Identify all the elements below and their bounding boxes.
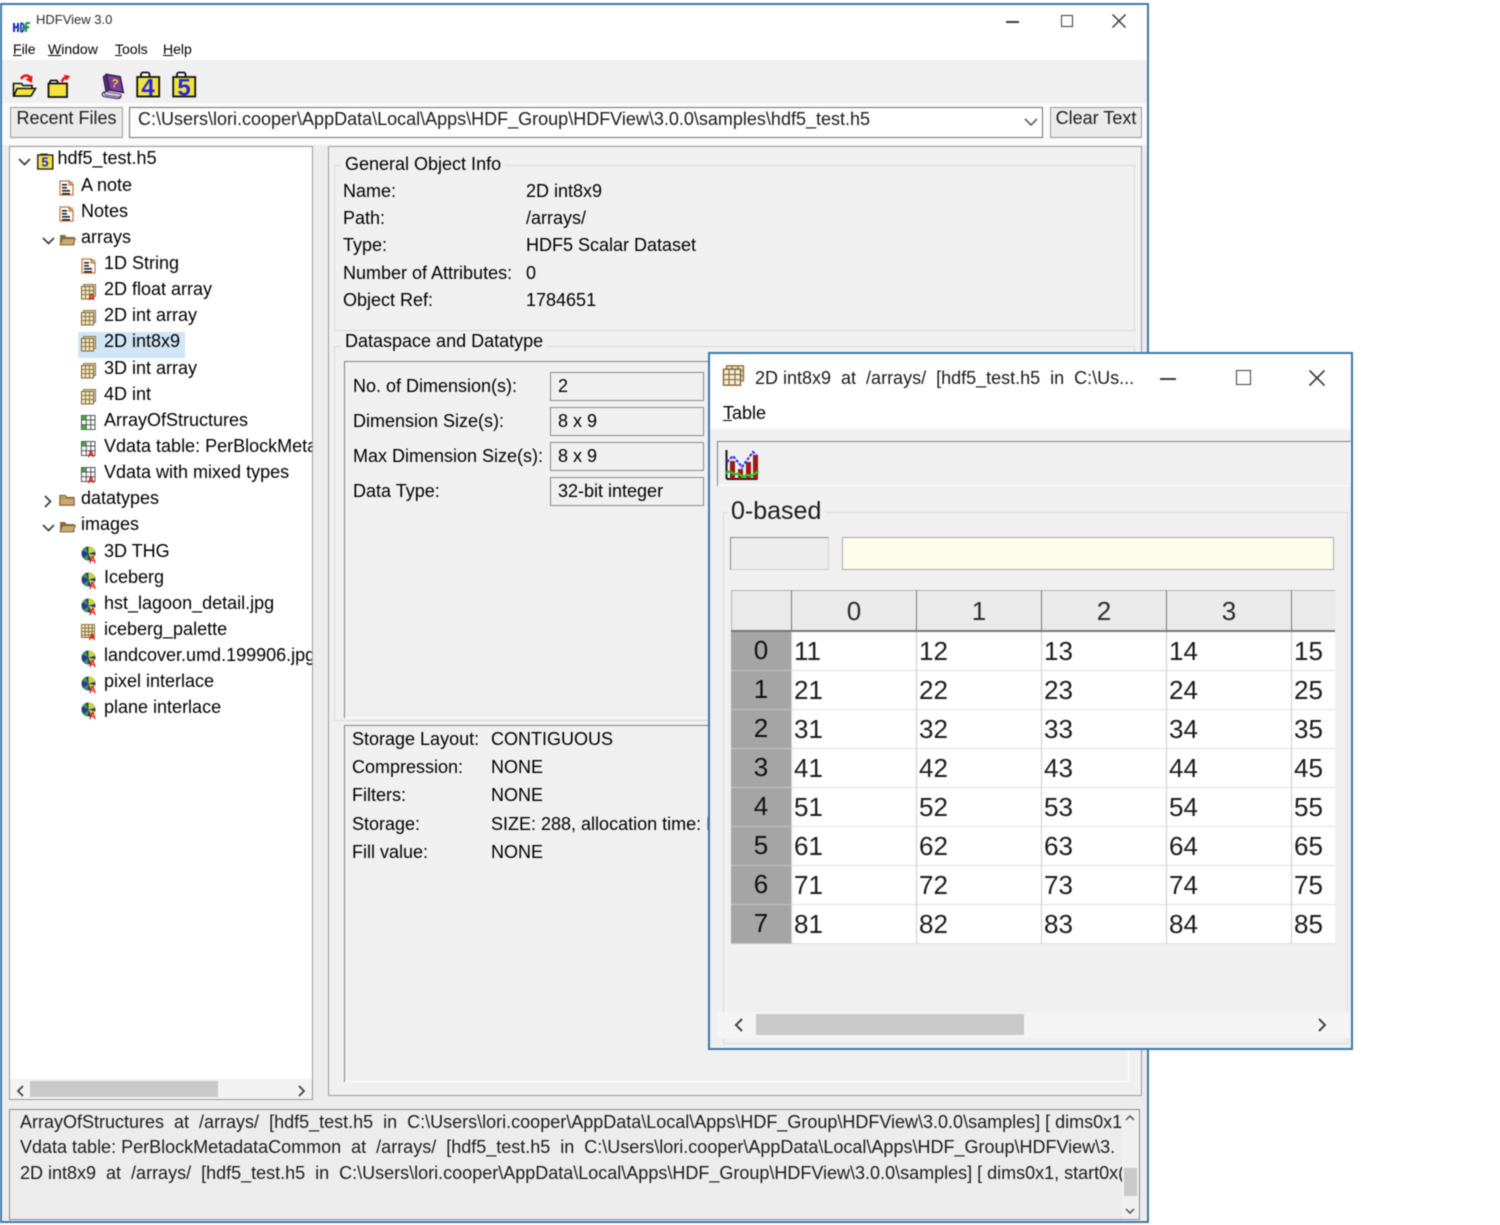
svg-text:A: A xyxy=(89,685,96,693)
svg-text:A: A xyxy=(89,607,96,615)
svg-text:A: A xyxy=(88,292,95,300)
svg-text:A: A xyxy=(89,581,96,589)
svg-text:A: A xyxy=(89,659,96,667)
svg-text:5: 5 xyxy=(41,155,48,170)
svg-text:A: A xyxy=(89,711,96,719)
svg-text:A: A xyxy=(89,555,96,563)
svg-text:5: 5 xyxy=(177,75,190,99)
svg-text:A: A xyxy=(89,632,96,640)
svg-text:A: A xyxy=(87,476,94,484)
svg-text:4: 4 xyxy=(141,75,155,99)
svg-text:A: A xyxy=(87,449,94,457)
